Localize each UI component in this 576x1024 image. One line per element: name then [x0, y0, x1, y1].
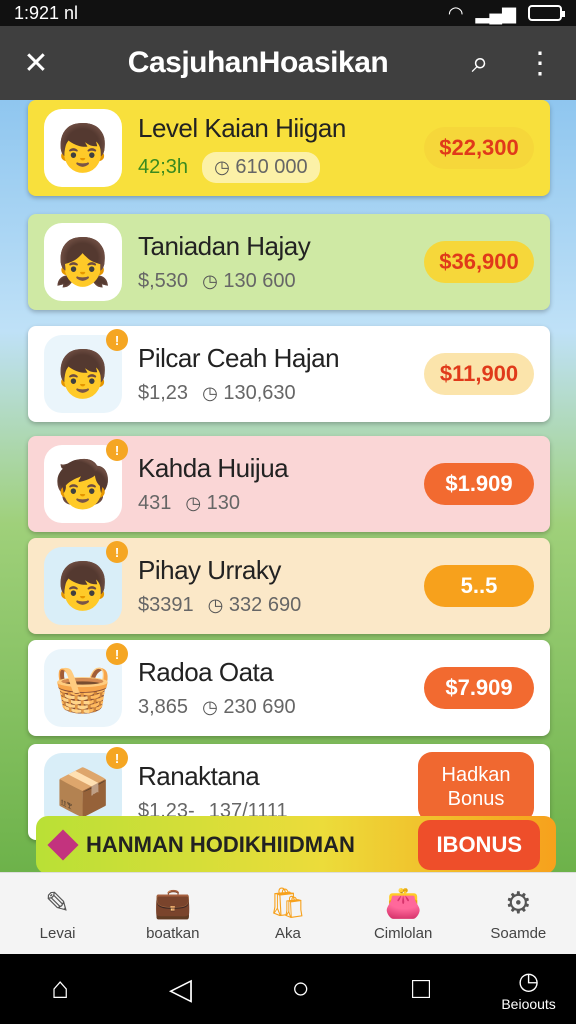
alert-badge: ! — [106, 643, 128, 665]
signal-icon: ▂▄▆ — [475, 2, 516, 23]
list-item[interactable]: 👧 Taniadan Hajay $,530 ◷ 130 600 $36,900 — [28, 214, 550, 310]
price-badge[interactable]: $22,300 — [424, 127, 534, 169]
level-list: 👦 Level Kaian Hiigan 42;3h ◷ 610 000 $22… — [0, 100, 576, 872]
close-icon[interactable]: ✕ — [16, 43, 56, 83]
avatar: 👦! — [44, 541, 128, 625]
battery-icon — [528, 5, 565, 21]
clock-icon: ◷ — [185, 493, 202, 513]
avatar: 🧒! — [44, 439, 128, 523]
bonus-tag-line1: Hadkan — [441, 764, 511, 786]
alert-badge: ! — [106, 747, 128, 769]
clock-icon: ◷ — [207, 595, 224, 615]
character-icon: 👧 — [54, 235, 112, 288]
tab-label: Cimlolan — [373, 924, 433, 942]
item-title: Level Kaian Hiigan — [138, 113, 346, 143]
alert-badge: ! — [106, 439, 128, 461]
item-stat-1: $1,23 — [138, 382, 189, 404]
item-title: Taniadan Hajay — [138, 231, 311, 261]
list-item[interactable]: 👦! Pihay Urraky $3391 ◷ 332 690 5..5 — [28, 538, 550, 634]
status-icons: ◠ ▂▄▆ — [447, 2, 565, 24]
avatar: 👧 — [44, 223, 122, 301]
clock-icon: ◷ — [214, 157, 230, 177]
edit-icon: ✎ — [45, 886, 71, 920]
briefcase-icon: 💼 — [154, 886, 192, 920]
avatar: 👦! — [44, 329, 128, 413]
home-store-icon[interactable]: ⌂ — [20, 972, 100, 1006]
list-item[interactable]: 🧺! Radoa Oata 3,865 ◷ 230 690 $7.909 — [28, 640, 550, 736]
item-stat-1: $3391 — [138, 594, 194, 616]
wallet-icon: 👛 — [384, 886, 422, 920]
tab-boatkan[interactable]: 💼 boatkan — [118, 886, 228, 942]
character-icon: 👦 — [54, 121, 112, 174]
system-nav-bar: ⌂ ◁ ○ □ ◷ Beioouts — [0, 954, 576, 1024]
clock-icon: ◷ — [202, 271, 218, 291]
search-icon[interactable]: ⌕ — [460, 43, 500, 83]
recents-icon[interactable]: □ — [381, 972, 461, 1006]
item-stat-2: 230 690 — [223, 696, 296, 718]
bonus-banner[interactable]: HANMAN HODIKHIIDMAN IBONUS — [36, 816, 556, 872]
item-stat-1: 3,865 — [138, 696, 189, 718]
basket-icon: 🧺 — [54, 661, 112, 714]
avatar: 🧺! — [44, 643, 128, 727]
item-stat-1: 431 — [138, 492, 172, 514]
avatar: 👦 — [44, 109, 122, 187]
price-badge[interactable]: $11,900 — [424, 353, 534, 395]
alert-badge: ! — [106, 329, 128, 351]
item-stat-2: 130 600 — [223, 270, 296, 292]
treasure-icon: 📦 — [54, 765, 112, 818]
diamond-icon — [47, 829, 79, 861]
tab-levai[interactable]: ✎ Levai — [3, 886, 113, 942]
app-bar: ✕ CasjuhanHoasikan ⌕ ⋮ — [0, 26, 576, 100]
item-stat-1: $,530 — [138, 270, 189, 292]
tab-aka[interactable]: 🛍 Aka — [233, 886, 343, 942]
bonus-banner-label: HANMAN HODIKHIIDMAN — [86, 832, 355, 857]
bonus-tag-line2: Bonus — [447, 788, 505, 810]
price-badge[interactable]: $1.909 — [424, 463, 534, 505]
item-title: Pilcar Ceah Hajan — [138, 343, 340, 373]
character-icon: 👦 — [54, 559, 112, 612]
home-icon[interactable]: ○ — [261, 972, 341, 1006]
status-time: 1:921 nl — [14, 2, 79, 23]
alert-badge: ! — [106, 541, 128, 563]
bonus-button[interactable]: IBONUS — [418, 820, 540, 870]
timer-icon: ◷ — [518, 967, 540, 995]
bonus-tag[interactable]: Hadkan Bonus — [418, 752, 534, 822]
status-bar: 1:921 nl ◠ ▂▄▆ — [0, 0, 576, 26]
list-item[interactable]: 👦 Level Kaian Hiigan 42;3h ◷ 610 000 $22… — [28, 100, 550, 196]
item-stat-2: 130 — [206, 492, 241, 514]
price-badge[interactable]: $7.909 — [424, 667, 534, 709]
tab-label: Soamde — [490, 924, 547, 942]
more-vert-icon[interactable]: ⋮ — [520, 43, 560, 83]
page-title: CasjuhanHoasikan — [127, 46, 389, 79]
item-stat-2: 130,630 — [223, 382, 296, 404]
character-icon: 🧒 — [54, 457, 112, 510]
clock-icon: ◷ — [202, 383, 218, 403]
list-item[interactable]: 👦! Pilcar Ceah Hajan $1,23 ◷ 130,630 $11… — [28, 326, 550, 422]
item-stat-1: 42;3h — [138, 156, 189, 178]
bag-icon: 🛍 — [268, 886, 308, 920]
price-badge[interactable]: $36,900 — [424, 241, 534, 283]
bottom-tab-bar: ✎ Levai 💼 boatkan 🛍 Aka 👛 Cimlolan ⚙ Soa… — [0, 872, 576, 954]
tab-soamde[interactable]: ⚙ Soamde — [463, 886, 573, 942]
item-stat-2: 610 000 — [235, 156, 308, 178]
settings-icon: ⚙ — [504, 886, 532, 920]
item-title: Radoa Oata — [138, 657, 274, 687]
tab-label: boatkan — [146, 924, 200, 942]
timer-label: Beioouts — [501, 995, 556, 1012]
clock-icon: ◷ — [202, 697, 218, 717]
tab-label: Levai — [39, 924, 76, 942]
item-title: Pihay Urraky — [138, 555, 281, 585]
back-icon[interactable]: ◁ — [140, 972, 220, 1007]
timer-shortcut[interactable]: ◷ Beioouts — [501, 967, 555, 1012]
list-item[interactable]: 🧒! Kahda Huijua 431 ◷ 130 $1.909 — [28, 436, 550, 532]
character-icon: 👦 — [54, 347, 112, 400]
tab-label: Aka — [275, 924, 301, 942]
item-stat-2: 332 690 — [228, 594, 302, 616]
item-title: Kahda Huijua — [138, 453, 289, 483]
price-badge[interactable]: 5..5 — [424, 565, 534, 607]
wifi-icon: ◠ — [447, 2, 464, 23]
tab-cimlolan[interactable]: 👛 Cimlolan — [348, 886, 458, 942]
app-actions: ⌕ ⋮ — [460, 43, 560, 83]
